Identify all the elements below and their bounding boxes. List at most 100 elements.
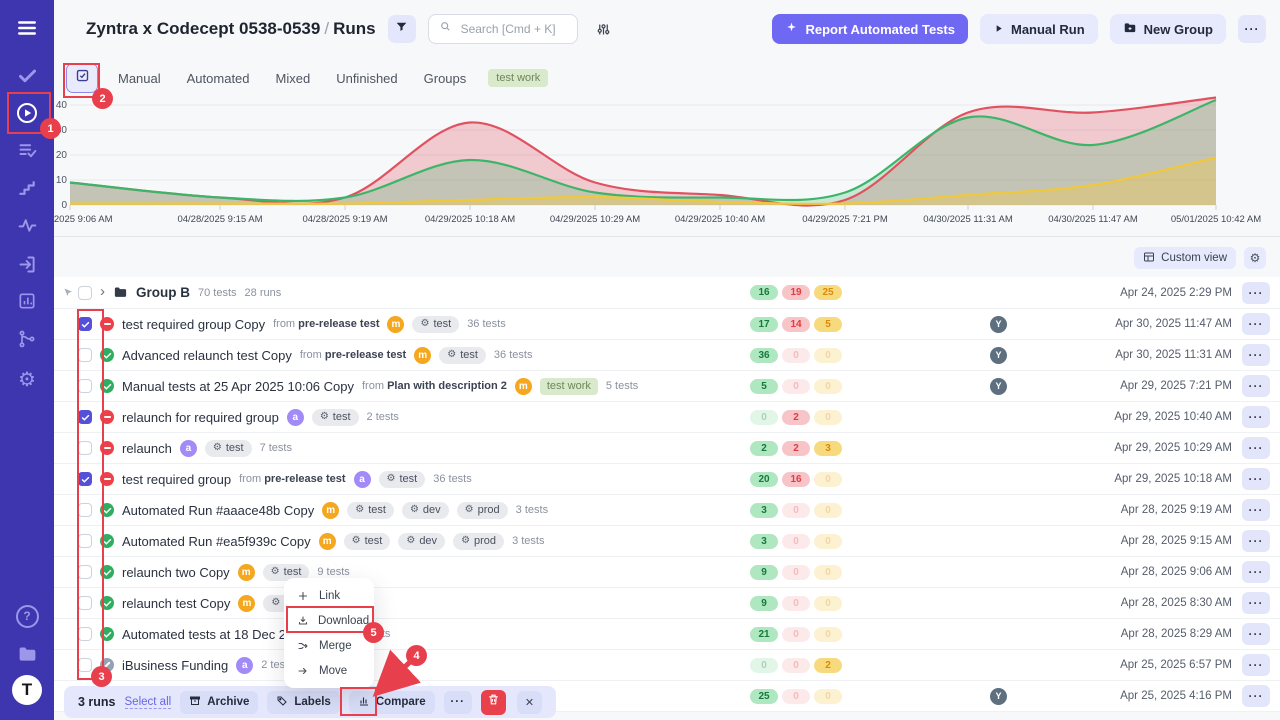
row-checkbox[interactable]	[78, 348, 92, 362]
select-all-link[interactable]: Select all	[125, 696, 172, 709]
run-name[interactable]: relaunch for required group	[122, 410, 279, 425]
group-meta: 70 tests	[198, 287, 237, 299]
row-checkbox[interactable]	[78, 565, 92, 579]
row-more-button[interactable]: ···	[1242, 530, 1270, 552]
compare-button[interactable]: Compare	[349, 691, 435, 714]
row-more-button[interactable]: ···	[1242, 437, 1270, 459]
env-tag[interactable]: ⚙test	[205, 440, 252, 457]
row-more-button[interactable]: ···	[1242, 561, 1270, 583]
row-checkbox[interactable]	[78, 658, 92, 672]
env-tag[interactable]: ⚙prod	[453, 533, 504, 550]
tab-groups[interactable]: Groups	[424, 71, 467, 86]
custom-view-button[interactable]: Custom view	[1134, 247, 1236, 269]
tab-filter-badge[interactable]: test work	[488, 69, 548, 87]
row-checkbox[interactable]	[78, 441, 92, 455]
sidebar-item-todo-check[interactable]	[13, 61, 41, 89]
table-settings-gear-icon[interactable]: ⚙	[1244, 247, 1266, 269]
tab-mixed[interactable]: Mixed	[276, 71, 311, 86]
row-more-button[interactable]: ···	[1242, 623, 1270, 645]
env-tag[interactable]: ⚙test	[344, 533, 391, 550]
menu-item-download[interactable]: Download	[284, 608, 374, 633]
run-name[interactable]: Advanced relaunch test Copy	[122, 348, 292, 363]
sidebar-item-activity[interactable]	[13, 211, 41, 239]
report-automated-tests-button[interactable]: Report Automated Tests	[772, 14, 968, 44]
env-tag[interactable]: ⚙test	[379, 471, 426, 488]
run-name[interactable]: test required group Copy	[122, 317, 265, 332]
chevron-right-icon[interactable]: ›	[100, 284, 105, 299]
row-checkbox[interactable]	[78, 534, 92, 548]
folder-plus-icon	[1123, 21, 1137, 38]
result-counts: 900	[750, 596, 842, 611]
row-more-button[interactable]: ···	[1242, 654, 1270, 676]
row-checkbox[interactable]	[78, 410, 92, 424]
row-more-button[interactable]: ···	[1242, 592, 1270, 614]
labels-button[interactable]: Labels	[267, 691, 339, 714]
sidebar-item-menu[interactable]	[13, 14, 41, 42]
sidebar-item-test-cases[interactable]	[13, 136, 41, 164]
table-row: Automated Run #aaace48b Copym⚙test⚙dev⚙p…	[54, 495, 1280, 526]
env-tag[interactable]: ⚙test	[412, 316, 459, 333]
menu-item-link[interactable]: Link	[284, 583, 374, 608]
row-checkbox[interactable]	[78, 286, 92, 300]
env-tag[interactable]: ⚙dev	[398, 533, 445, 550]
env-tag[interactable]: ⚙test	[439, 347, 486, 364]
row-more-button[interactable]: ···	[1242, 468, 1270, 490]
tab-automated[interactable]: Automated	[187, 71, 250, 86]
run-name[interactable]: relaunch	[122, 441, 172, 456]
run-name[interactable]: relaunch test Copy	[122, 596, 230, 611]
search-box[interactable]	[428, 14, 578, 44]
sidebar-item-projects-folder[interactable]	[13, 640, 41, 668]
env-tag[interactable]: ⚙dev	[402, 502, 449, 519]
row-more-button[interactable]: ···	[1242, 499, 1270, 521]
select-runs-checkbox-button[interactable]	[66, 63, 98, 93]
tab-manual[interactable]: Manual	[118, 71, 161, 86]
header-more-button[interactable]: ···	[1238, 15, 1266, 43]
run-name[interactable]: Automated Run #aaace48b Copy	[122, 503, 314, 518]
sidebar-item-import[interactable]	[13, 250, 41, 278]
row-more-button[interactable]: ···	[1242, 375, 1270, 397]
env-tag[interactable]: ⚙test	[312, 409, 359, 426]
row-more-button[interactable]: ···	[1242, 344, 1270, 366]
row-more-button[interactable]: ···	[1242, 406, 1270, 428]
menu-item-merge[interactable]: Merge	[284, 633, 374, 658]
sidebar-item-runs-play[interactable]	[13, 99, 41, 127]
sidebar-item-settings-gear[interactable]: ⚙	[13, 366, 41, 394]
row-checkbox[interactable]	[78, 317, 92, 331]
row-checkbox[interactable]	[78, 596, 92, 610]
menu-item-move[interactable]: Move	[284, 658, 374, 683]
row-checkbox[interactable]	[78, 472, 92, 486]
row-more-button[interactable]: ···	[1242, 282, 1270, 304]
sidebar-item-logo-t[interactable]: T	[13, 676, 41, 704]
run-name[interactable]: test required group	[122, 472, 231, 487]
manual-run-button[interactable]: Manual Run	[980, 14, 1098, 44]
run-name[interactable]: relaunch two Copy	[122, 565, 230, 580]
compare-chart-icon	[358, 695, 370, 710]
tab-unfinished[interactable]: Unfinished	[336, 71, 397, 86]
sidebar-item-branch[interactable]	[13, 325, 41, 353]
selection-more-button[interactable]: ···	[444, 691, 472, 714]
filter-button[interactable]	[388, 15, 416, 43]
row-more-button[interactable]: ···	[1242, 313, 1270, 335]
count-pill-passed: 36	[750, 348, 778, 363]
row-more-button[interactable]: ···	[1242, 685, 1270, 707]
sidebar-item-reports[interactable]	[13, 287, 41, 315]
y-axis-tick: 30	[54, 125, 67, 136]
delete-button[interactable]	[481, 690, 506, 715]
gear-icon: ⚙	[352, 536, 361, 546]
sidebar-item-steps[interactable]	[13, 174, 41, 202]
row-checkbox[interactable]	[78, 627, 92, 641]
run-name[interactable]: iBusiness Funding	[122, 658, 228, 673]
new-group-button[interactable]: New Group	[1110, 14, 1226, 44]
env-tag[interactable]: ⚙prod	[457, 502, 508, 519]
close-selection-icon[interactable]: ✕	[517, 691, 542, 714]
run-name[interactable]: Automated Run #ea5f939c Copy	[122, 534, 311, 549]
row-checkbox[interactable]	[78, 503, 92, 517]
run-name[interactable]: Group B	[136, 285, 190, 300]
archive-button[interactable]: Archive	[180, 691, 258, 714]
search-input[interactable]	[459, 21, 567, 37]
run-name[interactable]: Manual tests at 25 Apr 2025 10:06 Copy	[122, 379, 354, 394]
row-checkbox[interactable]	[78, 379, 92, 393]
env-tag[interactable]: ⚙test	[347, 502, 394, 519]
display-settings-icon[interactable]	[590, 15, 618, 43]
sidebar-item-help[interactable]: ?	[13, 602, 41, 630]
